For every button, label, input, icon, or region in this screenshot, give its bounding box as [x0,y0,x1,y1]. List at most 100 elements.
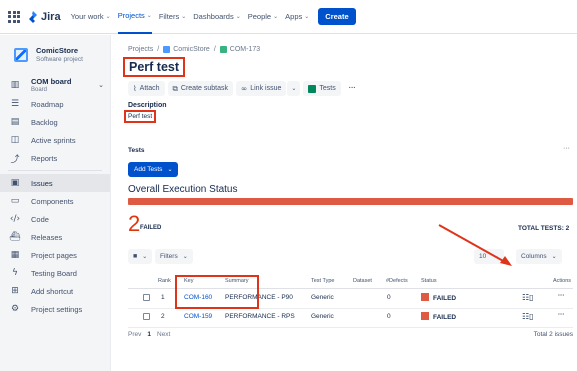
nav-label: Apps [285,12,303,21]
nav-apps[interactable]: Apps ⌄ [285,0,309,34]
col-rank[interactable]: Rank [158,278,171,284]
chevron-down-icon: ⌄ [181,14,187,20]
sidebar-item-label: Issues [31,178,53,188]
nav-people[interactable]: People ⌄ [248,0,278,34]
row-more-button[interactable]: ··· [558,292,565,299]
filters-button[interactable]: Filters ⌄ [155,249,193,264]
chevron-down-icon: ⌄ [273,14,279,20]
sidebar-item-label: Active sprints [31,135,76,145]
row-divider [128,327,573,328]
project-header[interactable]: ComicStore Software project [14,46,83,63]
tests-button[interactable]: Tests [303,81,341,96]
failed-count: 2 [128,211,141,236]
table-row: 2 COM-159 PERFORMANCE - RPS Generic 0 FA… [128,309,573,326]
nav-filters[interactable]: Filters ⌄ [159,0,186,34]
sidebar-item-add-shortcut[interactable]: ⊞ Add shortcut [0,282,110,300]
create-subtask-button[interactable]: ⧉ Create subtask [167,81,233,96]
project-type: Software project [36,56,83,63]
paperclip-icon: ⌇ [133,84,137,93]
nav-projects[interactable]: Projects ⌄ [117,0,152,34]
button-label: Filters [160,253,178,260]
link-icon: ∞ [240,84,248,93]
sidebar-item-label: Testing Board [31,268,77,278]
nav-dashboards[interactable]: Dashboards ⌄ [193,0,240,34]
app-switcher-icon[interactable] [8,10,20,23]
col-defects[interactable]: #Defects [386,278,408,284]
page-size-select[interactable]: 10 ⌄ [474,249,505,264]
subtask-icon: ⧉ [172,83,178,93]
issue-title[interactable]: Perf test [123,57,186,77]
components-icon: ▭ [10,196,20,206]
breadcrumb-projects[interactable]: Projects [128,46,153,53]
row-checkbox[interactable] [143,313,150,320]
attach-button[interactable]: ⌇ Attach [128,81,165,96]
sidebar-item-board[interactable]: ▥ COM board Board ⌄ [0,74,110,96]
row-checkbox[interactable] [143,294,150,301]
link-issue-dropdown[interactable]: ⌄ [287,81,301,96]
row-more-button[interactable]: ··· [558,311,565,318]
sidebar-item-code[interactable]: ‹/› Code [0,210,110,228]
create-button[interactable]: Create [318,8,356,25]
breadcrumb-project[interactable]: ComicStore [173,46,210,53]
releases-icon: ⛴ [9,232,21,242]
execution-details-icon[interactable]: ☷▯ [522,293,534,302]
sidebar-item-label: Backlog [31,117,58,127]
annotation-keys-highlight [175,275,259,309]
view-icon: ■ [133,253,138,260]
sidebar-item-reports[interactable]: ⤴ Reports [0,149,110,167]
link-issue-button[interactable]: ∞ Link issue [235,81,287,96]
sidebar-item-roadmap[interactable]: ☰ Roadmap [0,95,110,113]
more-actions-button[interactable]: ··· [344,81,361,96]
pager-prev[interactable]: Prev [128,331,141,338]
breadcrumb-issue[interactable]: COM-173 [230,46,260,53]
pager-next[interactable]: Next [157,331,170,338]
sidebar-item-project-settings[interactable]: ⚙ Project settings [0,300,110,318]
top-navigation: Jira Your work ⌄ Projects ⌄ Filters ⌄ Dashb… [0,0,577,34]
sidebar-item-issues[interactable]: ▣ Issues [0,174,110,192]
jira-logo[interactable]: Jira [28,10,61,23]
nav-label: Filters [158,12,180,21]
row-summary: PERFORMANCE - RPS [225,313,295,320]
sidebar-item-label: Releases [31,232,63,242]
breadcrumb-separator: / [157,46,160,53]
chevron-down-icon: ⌄ [98,82,104,89]
columns-button[interactable]: Columns ⌄ [516,249,562,264]
sidebar-divider [8,170,102,171]
breadcrumb: Projects / ComicStore / COM-173 [128,46,260,53]
nav-label: Dashboards [193,12,234,21]
row-status: FAILED [421,312,456,321]
issue-main: Projects / ComicStore / COM-173 Perf tes… [112,35,577,371]
story-icon [219,46,227,53]
reports-icon: ⤴ [10,154,20,165]
sidebar-item-label: Code [31,214,49,224]
sidebar-item-label: Components [31,196,74,206]
project-avatar [14,47,28,62]
logo-text: Jira [41,10,61,23]
row-key-link[interactable]: COM-159 [184,313,212,320]
execution-status-bar[interactable] [128,198,573,205]
roadmap-icon: ☰ [10,99,20,109]
col-status[interactable]: Status [421,278,437,284]
failed-label: FAILED [140,225,162,231]
total-issues: Total 2 issues [533,331,573,338]
chevron-down-icon: ⌄ [291,86,297,92]
view-toggle[interactable]: ■ ⌄ [128,249,153,264]
chevron-down-icon: ⌄ [142,254,148,260]
breadcrumb-separator: / [213,46,216,53]
chevron-down-icon: ⌄ [167,167,173,173]
nav-your-work[interactable]: Your work ⌄ [71,0,111,34]
sidebar-item-components[interactable]: ▭ Components [0,192,110,210]
description-text[interactable]: Perf test [124,110,157,123]
pager-current[interactable]: 1 [147,331,151,338]
sidebar-item-project-pages[interactable]: ▦ Project pages [0,246,110,264]
sidebar-item-active-sprints[interactable]: ◫ Active sprints [0,131,110,149]
col-dataset[interactable]: Dataset [353,278,372,284]
col-test-type[interactable]: Test Type [311,278,334,284]
add-tests-button[interactable]: Add Tests ⌄ [128,162,179,177]
execution-details-icon[interactable]: ☷▯ [522,312,534,321]
row-test-type: Generic [311,294,334,301]
sidebar-item-releases[interactable]: ⛴ Releases [0,228,110,246]
sidebar-item-backlog[interactable]: ▤ Backlog [0,113,110,131]
sidebar-item-testing-board[interactable]: ϟ Testing Board [0,264,110,282]
tests-more-button[interactable]: ··· [563,145,570,152]
